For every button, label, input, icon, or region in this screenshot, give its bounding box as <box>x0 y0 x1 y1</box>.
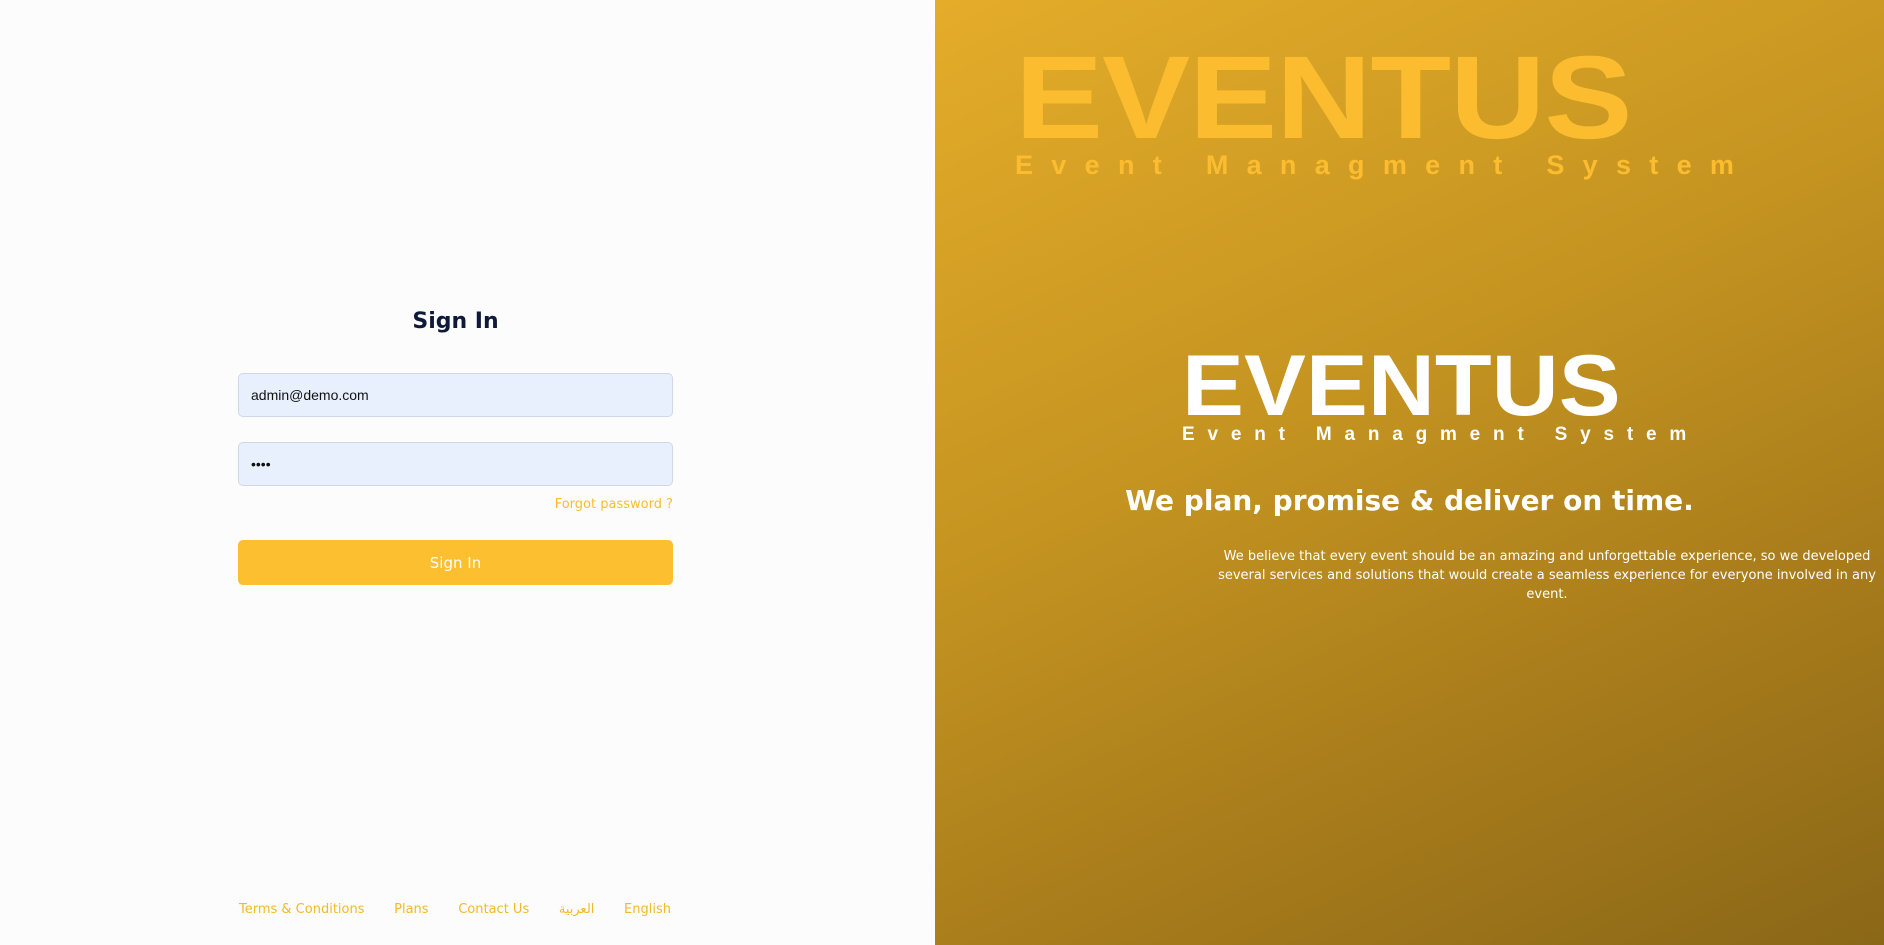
brand-name-large: EVENTUS <box>1015 32 1633 164</box>
sign-in-form: Sign In Forgot password ? Sign In <box>238 305 673 585</box>
page-title: Sign In <box>412 309 499 334</box>
brand-logo: EVENTUS Event Managment System <box>1182 343 1686 446</box>
branding-panel: EVENTUS Event Managment System EVENTUS E… <box>935 0 1884 945</box>
sign-in-panel: Sign In Forgot password ? Sign In Terms … <box>0 0 935 945</box>
sign-in-page: Sign In Forgot password ? Sign In Terms … <box>0 0 1884 945</box>
sign-in-button[interactable]: Sign In <box>238 540 673 585</box>
email-input[interactable] <box>238 373 673 417</box>
brand-description: We believe that every event should be an… <box>1218 549 1876 602</box>
forgot-password-link[interactable]: Forgot password ? <box>238 496 673 514</box>
brand-headline: We plan, promise & deliver on time. <box>1125 484 1694 517</box>
terms-link[interactable]: Terms & Conditions <box>239 902 365 917</box>
password-input[interactable] <box>238 442 673 486</box>
brand-logo-large: EVENTUS Event Managment System <box>1015 39 1734 181</box>
brand-name: EVENTUS <box>1182 338 1621 434</box>
footer-links: Terms & Conditions Plans Contact Us العر… <box>239 902 671 917</box>
plans-link[interactable]: Plans <box>394 902 428 917</box>
english-language-link[interactable]: English <box>624 902 671 917</box>
contact-us-link[interactable]: Contact Us <box>458 902 529 917</box>
arabic-language-link[interactable]: العربية <box>559 902 595 917</box>
